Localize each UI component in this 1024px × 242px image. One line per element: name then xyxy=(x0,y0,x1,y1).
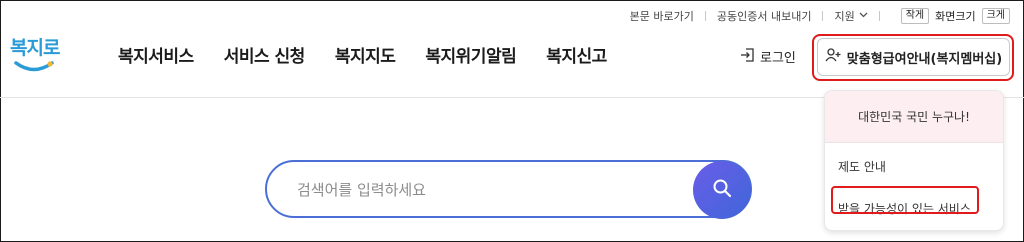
highlight-box xyxy=(831,186,979,214)
font-larger-button[interactable]: 크게 xyxy=(981,8,1010,24)
font-smaller-button[interactable]: 작게 xyxy=(900,8,930,24)
nav-item-service-apply[interactable]: 서비스 신청 xyxy=(224,42,306,67)
divider xyxy=(878,11,880,21)
skip-to-content-link[interactable]: 본문 바로가기 xyxy=(630,8,694,24)
support-label: 지원 xyxy=(834,10,855,23)
highlight-box xyxy=(812,34,1014,81)
support-dropdown[interactable]: 지원 xyxy=(834,8,868,24)
login-label: 로그인 xyxy=(760,51,796,66)
dropdown-item-program-guide[interactable]: 제도 안내 xyxy=(838,158,886,175)
logo-smile-icon xyxy=(14,61,54,72)
chevron-down-icon xyxy=(859,11,868,21)
search-input[interactable] xyxy=(297,179,677,201)
nav-item-welfare-map[interactable]: 복지지도 xyxy=(335,42,396,67)
logo-text: 복지로 xyxy=(10,37,60,59)
cert-export-link[interactable]: 공동인증서 내보내기 xyxy=(717,8,812,24)
login-icon xyxy=(740,47,755,66)
search-button[interactable] xyxy=(693,161,751,219)
utility-bar: 본문 바로가기 공동인증서 내보내기 지원 작게 화면크기 크게 xyxy=(630,8,1010,24)
divider xyxy=(704,11,706,21)
nav-item-welfare-services[interactable]: 복지서비스 xyxy=(118,42,194,67)
login-button[interactable]: 로그인 xyxy=(740,47,796,66)
main-nav: 복지서비스 서비스 신청 복지지도 복지위기알림 복지신고 xyxy=(118,42,607,67)
font-size-label: 화면크기 xyxy=(935,10,976,23)
nav-item-crisis-alert[interactable]: 복지위기알림 xyxy=(425,42,516,67)
font-size-controls: 작게 화면크기 크게 xyxy=(900,8,1010,24)
dropdown-header: 대한민국 국민 누구나! xyxy=(825,91,1003,143)
search-icon xyxy=(712,178,732,202)
search-bar xyxy=(265,160,752,219)
site-logo[interactable]: 복지로 xyxy=(10,30,62,78)
nav-item-welfare-report[interactable]: 복지신고 xyxy=(546,42,607,67)
divider xyxy=(822,11,824,21)
